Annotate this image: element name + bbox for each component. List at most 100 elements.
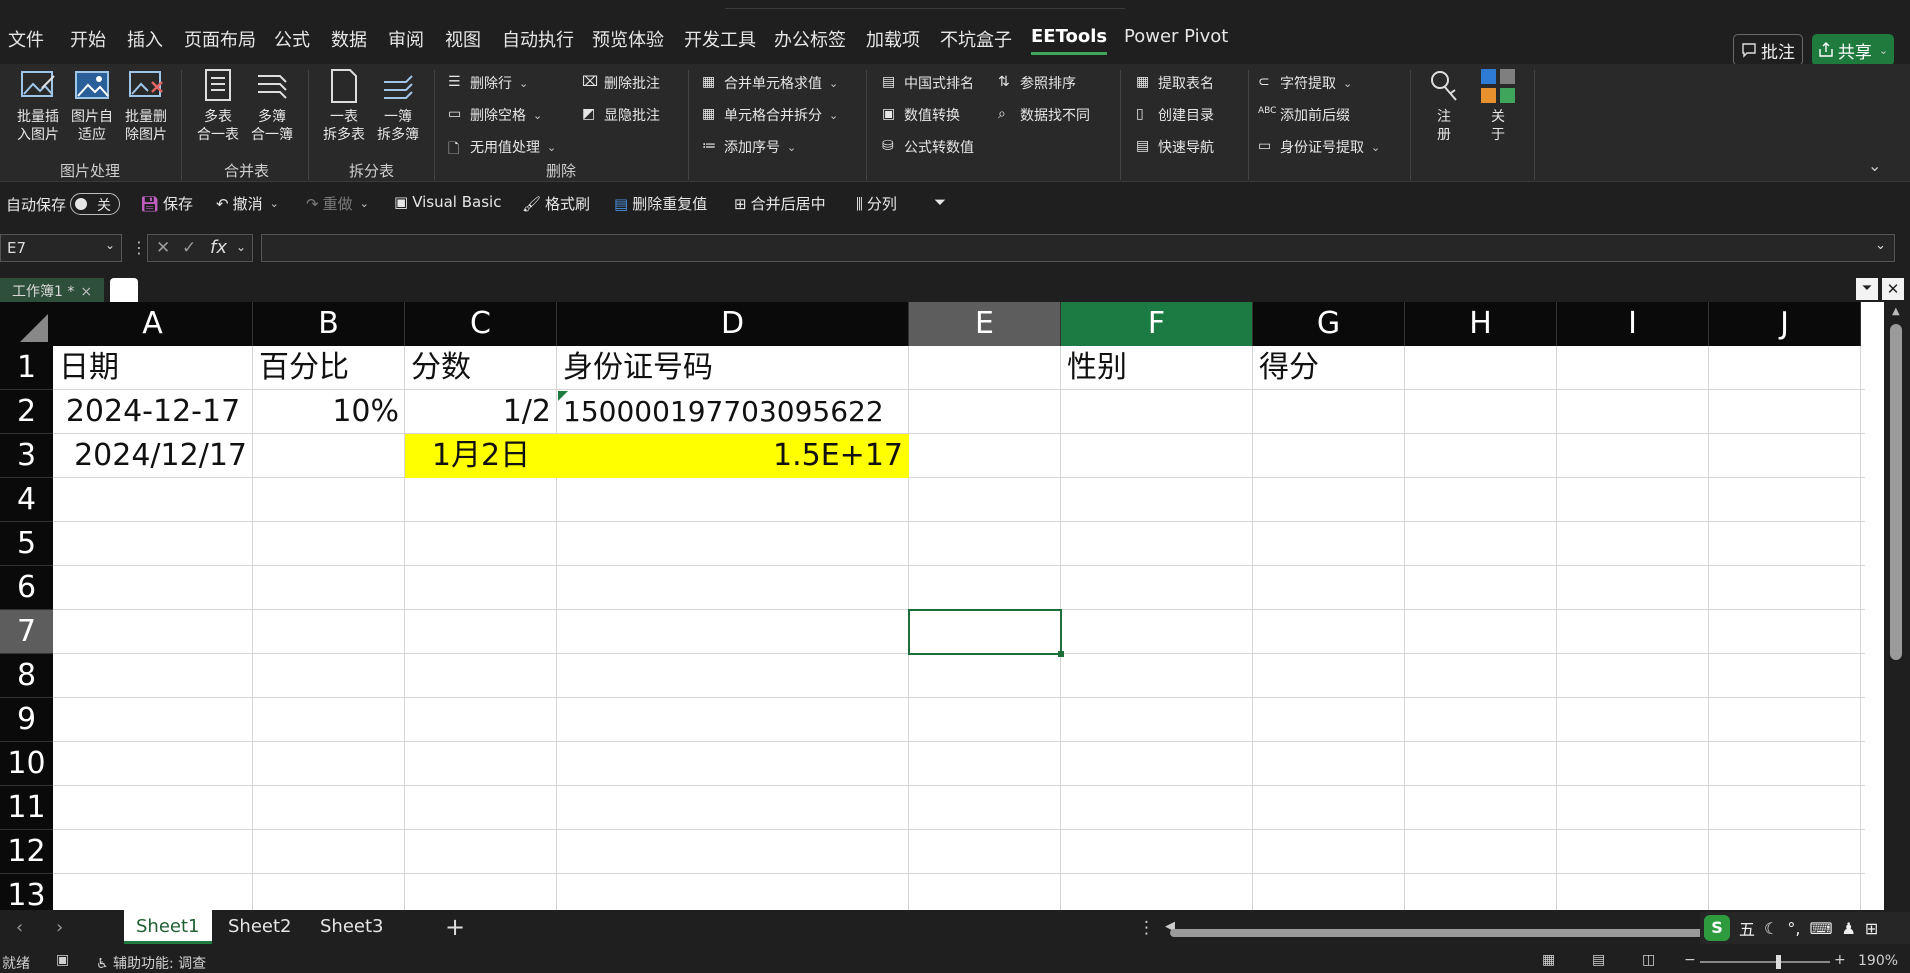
column-header-h[interactable]: H	[1405, 302, 1557, 346]
zoom-slider[interactable]	[1700, 955, 1830, 969]
chinese-rank-button[interactable]: ▤ 中国式排名	[882, 72, 974, 94]
close-icon[interactable]: ×	[80, 284, 92, 300]
row-header-1[interactable]: 1	[0, 346, 53, 390]
remove-duplicates-button[interactable]: ▤ 删除重复值	[614, 193, 707, 214]
image-fit-button[interactable]: 图片自 适应	[66, 66, 118, 144]
format-painter-button[interactable]: 🖌︎ 格式刷	[522, 193, 590, 214]
tab-review[interactable]: 审阅	[388, 26, 424, 52]
insert-function-icon[interactable]: fx	[210, 237, 227, 258]
row-header-4[interactable]: 4	[0, 478, 53, 522]
multi-book-merge-button[interactable]: 多簿 合一簿	[246, 66, 298, 144]
tab-home[interactable]: 开始	[70, 26, 106, 52]
delete-spaces-button[interactable]: ▭ 删除空格 ⌄	[448, 104, 542, 126]
delete-comments-button[interactable]: ⌧ 删除批注	[582, 72, 660, 94]
sheet-tab-sheet1[interactable]: Sheet1	[124, 910, 212, 944]
tab-data[interactable]: 数据	[331, 26, 367, 52]
tab-eetools[interactable]: EETools	[1031, 26, 1108, 55]
sheet-tab-sheet3[interactable]: Sheet3	[320, 916, 384, 937]
prev-sheet-icon[interactable]: ‹	[16, 917, 23, 938]
tab-addins[interactable]: 加载项	[866, 26, 920, 52]
collapse-ribbon-icon[interactable]: ⌄	[1868, 156, 1881, 175]
cell-c1[interactable]: 分数	[405, 346, 557, 390]
cell-a3[interactable]: 2024/12/17	[53, 434, 253, 478]
reference-sort-button[interactable]: ⇅ 参照排序	[998, 72, 1076, 94]
tab-power-pivot[interactable]: Power Pivot	[1124, 26, 1228, 47]
formula-input[interactable]: ⌄	[261, 234, 1895, 262]
scroll-up-icon[interactable]: ▲	[1892, 306, 1900, 317]
cancel-icon[interactable]: ✕	[156, 238, 170, 258]
spreadsheet-grid[interactable]: ABCDEFGHIJ 1 2 3 4 5 6 7 8 9 10 11 12 13 日期 百分比 分数 身份证号…	[0, 302, 1910, 910]
cell-f1[interactable]: 性别	[1061, 346, 1253, 390]
useless-values-button[interactable]: 🗋 无用值处理 ⌄	[448, 136, 556, 158]
quick-nav-button[interactable]: ▤ 快速导航	[1136, 136, 1214, 158]
batch-insert-images-button[interactable]: 批量插 入图片	[12, 66, 64, 144]
page-break-view-icon[interactable]: ◫	[1642, 952, 1655, 968]
zoom-out-icon[interactable]: −	[1684, 952, 1696, 968]
comments-button[interactable]: 批注	[1733, 34, 1803, 66]
name-box[interactable]: E7 ⌄	[0, 234, 122, 262]
cell-b2[interactable]: 10%	[253, 390, 405, 434]
delete-rows-button[interactable]: ☰ 删除行 ⌄	[448, 72, 528, 94]
normal-view-icon[interactable]: ▦	[1542, 952, 1555, 968]
row-header-8[interactable]: 8	[0, 654, 53, 698]
wubi-icon[interactable]: 五	[1739, 916, 1755, 940]
cell-g1[interactable]: 得分	[1253, 346, 1405, 390]
extract-sheet-names-button[interactable]: ▦ 提取表名	[1136, 72, 1214, 94]
zoom-level[interactable]: 190%	[1858, 953, 1898, 969]
add-sequence-button[interactable]: ≔ 添加序号 ⌄	[702, 136, 796, 158]
column-header-f[interactable]: F	[1061, 302, 1253, 346]
row-header-13[interactable]: 13	[0, 874, 53, 910]
moon-icon[interactable]: ☾	[1764, 919, 1778, 938]
column-header-e[interactable]: E	[909, 302, 1061, 346]
autosave-control[interactable]: 自动保存 关	[6, 193, 121, 215]
merge-split-cells-button[interactable]: ▦ 单元格合并拆分 ⌄	[702, 104, 838, 126]
workbook-tab[interactable]: 工作簿1 * ×	[0, 278, 104, 302]
cell-a1[interactable]: 日期	[53, 346, 253, 390]
batch-delete-images-button[interactable]: 批量删 除图片	[120, 66, 172, 144]
tab-page-layout[interactable]: 页面布局	[184, 26, 256, 52]
tab-file[interactable]: 文件	[8, 26, 44, 52]
add-sheet-icon[interactable]: +	[445, 913, 465, 941]
char-extract-button[interactable]: ⊂ 字符提取 ⌄	[1258, 72, 1352, 94]
row-header-7[interactable]: 7	[0, 610, 53, 654]
split-book-button[interactable]: 一簿 拆多簿	[372, 66, 424, 144]
row-header-12[interactable]: 12	[0, 830, 53, 874]
zoom-in-icon[interactable]: +	[1834, 952, 1846, 968]
tab-developer[interactable]: 开发工具	[684, 26, 756, 52]
keyboard-icon[interactable]: ⌨	[1809, 919, 1832, 938]
cell-c2[interactable]: 1/2	[405, 390, 557, 434]
active-cell-selection[interactable]	[908, 609, 1062, 655]
macro-record-icon[interactable]: ▣	[56, 952, 69, 968]
cell-a2[interactable]: 2024-12-17	[53, 390, 253, 434]
punctuation-icon[interactable]: °,	[1787, 919, 1800, 938]
about-button[interactable]: 关 于	[1472, 66, 1524, 144]
cell-c3[interactable]: 1月2日	[405, 434, 557, 478]
row-header-5[interactable]: 5	[0, 522, 53, 566]
tab-formulas[interactable]: 公式	[274, 26, 310, 52]
find-diff-button[interactable]: ⌕ 数据找不同	[998, 104, 1090, 126]
fill-handle[interactable]	[1058, 651, 1064, 657]
vertical-scrollbar[interactable]: ▲	[1884, 302, 1910, 910]
number-as-text-indicator[interactable]	[558, 391, 568, 401]
column-header-j[interactable]: J	[1709, 302, 1861, 346]
cell-d1[interactable]: 身份证号码	[557, 346, 909, 390]
cell-b1[interactable]: 百分比	[253, 346, 405, 390]
cell-d3[interactable]: 1.5E+17	[557, 434, 909, 478]
split-sheet-button[interactable]: 一表 拆多表	[318, 66, 370, 144]
tab-bukeng[interactable]: 不坑盒子	[940, 26, 1012, 52]
column-header-d[interactable]: D	[557, 302, 909, 346]
formula-to-value-button[interactable]: ⛁ 公式转数值	[882, 136, 974, 158]
row-header-11[interactable]: 11	[0, 786, 53, 830]
merge-center-button[interactable]: ⊞ 合并后居中	[734, 193, 826, 214]
tab-office-tab[interactable]: 办公标签	[774, 26, 846, 52]
more-icon[interactable]: ⋮	[1138, 918, 1155, 938]
page-layout-view-icon[interactable]: ▤	[1592, 952, 1605, 968]
toggle-comments-button[interactable]: ◩ 显隐批注	[582, 104, 660, 126]
multi-sheet-merge-button[interactable]: 多表 合一表	[192, 66, 244, 144]
expand-formula-icon[interactable]: ⌄	[1875, 238, 1886, 253]
accessibility-status[interactable]: ♿︎ 辅助功能: 调查	[96, 953, 206, 973]
redo-button[interactable]: ↷ 重做 ⌄	[306, 193, 369, 214]
sheet-tab-sheet2[interactable]: Sheet2	[228, 916, 292, 937]
autosave-toggle[interactable]: 关	[70, 193, 121, 215]
column-header-g[interactable]: G	[1253, 302, 1405, 346]
